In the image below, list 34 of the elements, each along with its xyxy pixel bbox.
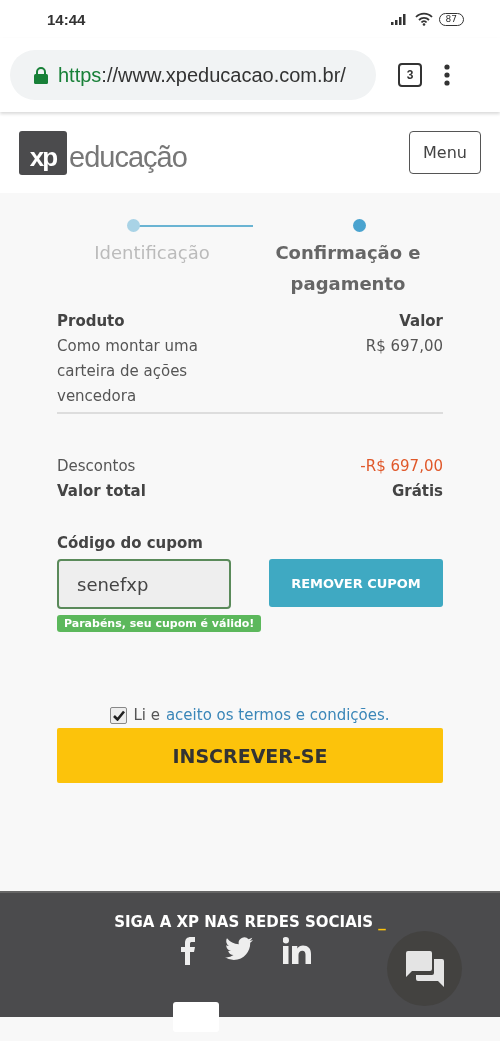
logo-mark: xp xyxy=(19,130,67,175)
terms-checkbox[interactable] xyxy=(110,706,128,724)
subscribe-button[interactable]: INSCREVER-SE xyxy=(57,728,443,783)
linkedin-icon[interactable] xyxy=(283,937,311,964)
more-options-icon[interactable] xyxy=(444,64,450,86)
step-label: Confirmação e pagamento xyxy=(274,241,422,296)
coupon-field[interactable]: senefxp xyxy=(57,559,231,609)
column-header: Valor xyxy=(399,311,443,332)
footer-logo xyxy=(173,1002,219,1032)
product-price: R$ 697,00 xyxy=(365,336,443,357)
twitter-icon[interactable] xyxy=(225,937,253,960)
column-header: Produto xyxy=(57,311,125,332)
logo-text: educação xyxy=(69,139,187,175)
menu-button[interactable]: Menu xyxy=(409,131,481,174)
summary-label: Descontos xyxy=(57,456,136,477)
summary-value: -R$ 697,00 xyxy=(360,456,443,477)
summary-label: Valor total xyxy=(57,481,146,502)
terms-link[interactable]: aceito os termos e condições. xyxy=(165,706,390,724)
status-time: 14:44 xyxy=(47,10,86,28)
url-text: https://www.xpeducacao.com.br/ xyxy=(58,63,346,87)
product-name: Como montar uma carteira de ações vencedora xyxy=(57,336,199,407)
coupon-label: Código do cupom xyxy=(57,534,204,552)
address-bar[interactable]: https://www.xpeducacao.com.br/ xyxy=(10,50,376,100)
lock-icon xyxy=(34,66,48,84)
coupon-valid-message: Parabéns, seu cupom é válido! xyxy=(57,615,262,632)
wifi-icon xyxy=(414,12,433,26)
chat-icon xyxy=(405,950,444,987)
step-label: Identificação xyxy=(93,241,211,265)
tab-count-button[interactable]: 3 xyxy=(398,63,422,87)
terms-text: Li e xyxy=(133,706,160,724)
footer-title: SIGA A XP NAS REDES SOCIAIS _ xyxy=(113,913,387,931)
summary-value: Grátis xyxy=(391,481,443,502)
signal-icon xyxy=(390,13,409,25)
facebook-icon[interactable] xyxy=(181,937,195,965)
